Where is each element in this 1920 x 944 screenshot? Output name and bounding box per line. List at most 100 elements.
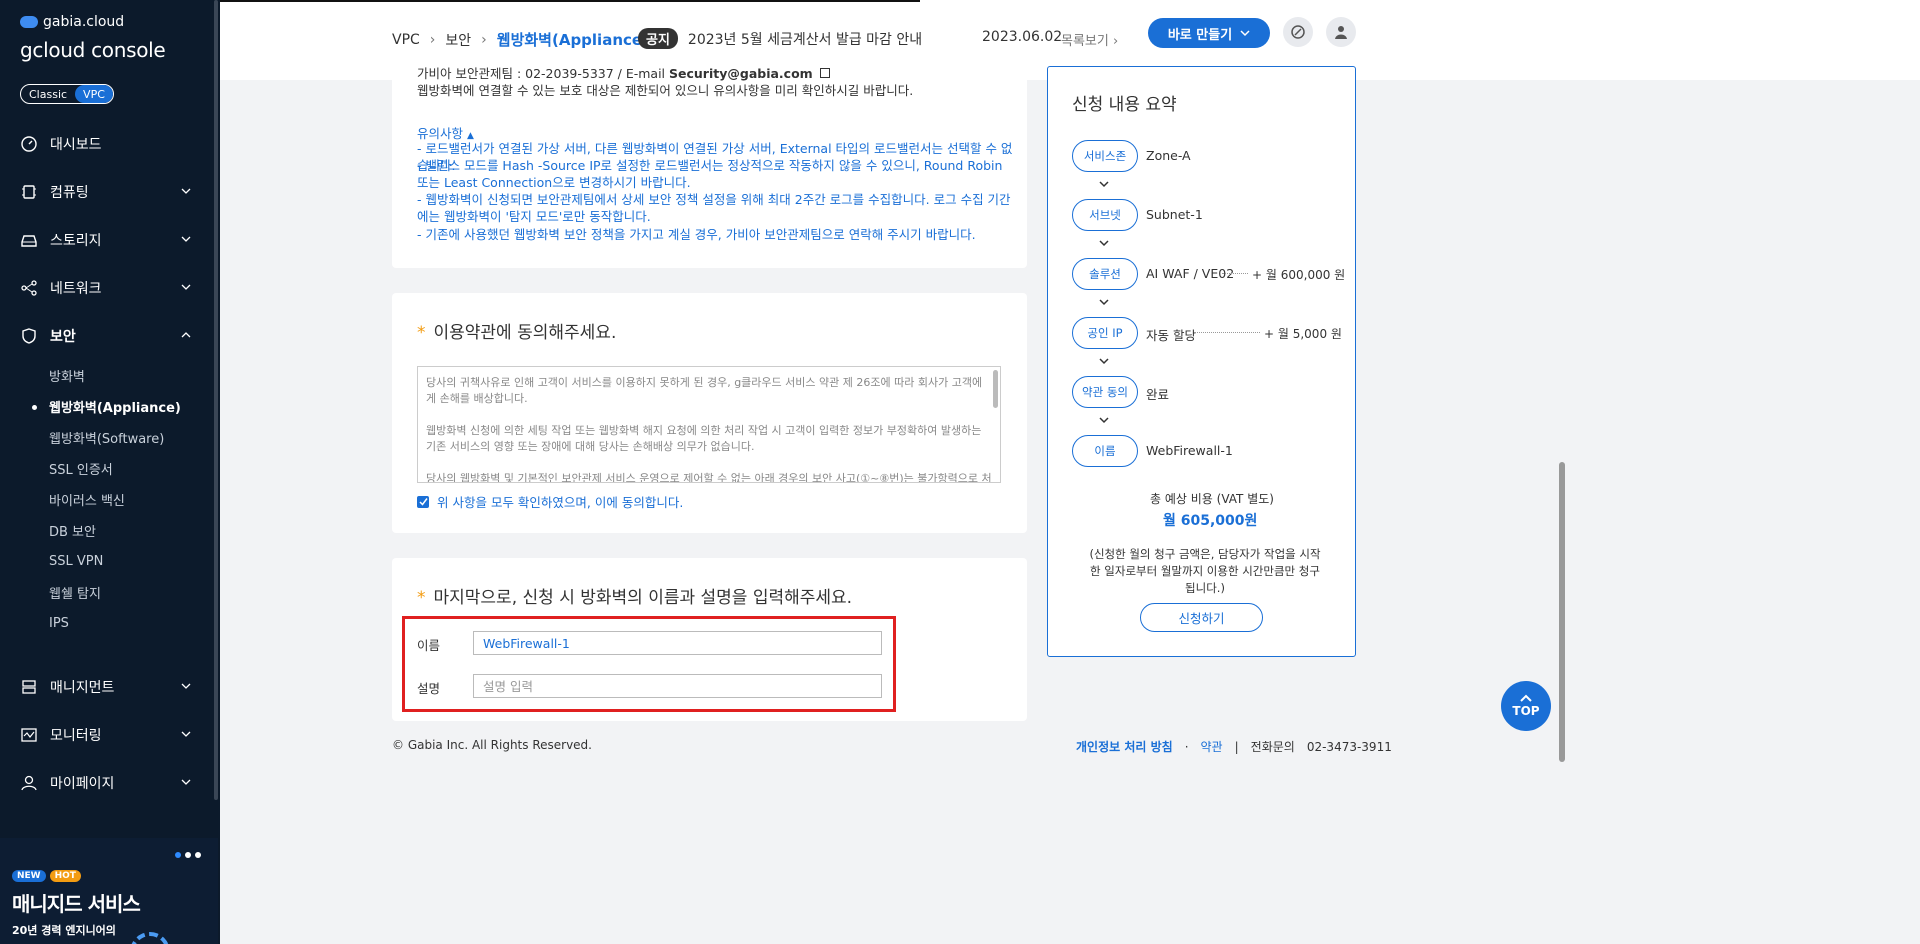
sidebar-item-storage[interactable]: 스토리지 [0, 216, 218, 264]
chevron-right-icon: › [429, 31, 436, 48]
arrow-up-icon [1520, 694, 1532, 702]
notice-list-link[interactable]: 목록보기 › [1061, 30, 1118, 49]
step-pill-public-ip[interactable]: 공인 IP [1072, 317, 1138, 349]
sidebar-subitem-antivirus[interactable]: 바이러스 백신 [49, 484, 218, 515]
step-pill-zone[interactable]: 서비스존 [1072, 140, 1138, 172]
shield-icon [20, 327, 38, 345]
description-label: 설명 [417, 681, 441, 696]
step-price-solution: + 월 600,000 원 [1252, 268, 1346, 282]
sidebar-item-label: 매니지먼트 [50, 680, 115, 696]
page-scrollbar[interactable] [1559, 462, 1565, 762]
sidebar-item-network[interactable]: 네트워크 [0, 264, 218, 312]
step-value-solution: AI WAF / VE02 [1146, 266, 1235, 281]
breadcrumb: VPC › 보안 › 웹방화벽(Appliance) [392, 29, 649, 50]
name-input[interactable] [473, 631, 882, 655]
scroll-top-button[interactable]: TOP [1501, 681, 1551, 731]
user-icon [1335, 26, 1347, 39]
sidebar-subitem-waf-software[interactable]: 웹방화벽(Software) [49, 422, 218, 453]
step-pill-solution[interactable]: 솔루션 [1072, 258, 1138, 290]
breadcrumb-current: 웹방화벽(Appliance) [496, 31, 649, 49]
carousel-dots[interactable] [175, 852, 201, 858]
step-pill-terms[interactable]: 약관 동의 [1072, 376, 1138, 408]
sidebar-subitem-ips[interactable]: IPS [49, 608, 218, 639]
terms-paragraph: 당사의 웹방화벽 및 기본적인 보안관제 서비스 운영으로 제어할 수 없는 아… [426, 472, 992, 483]
step-value-subnet: Subnet-1 [1146, 207, 1203, 222]
sidebar-subitem-ssl-vpn[interactable]: SSL VPN [49, 546, 218, 577]
sidebar-subitem-firewall[interactable]: 방화벽 [49, 360, 218, 391]
breadcrumb-vpc[interactable]: VPC [392, 32, 420, 48]
chat-button[interactable] [1283, 17, 1313, 47]
step-price-public-ip: + 월 5,000 원 [1264, 327, 1342, 341]
notice-date: 2023.06.02 [982, 29, 1063, 45]
step-pill-subnet[interactable]: 서브넷 [1072, 199, 1138, 231]
cpu-icon [20, 183, 38, 201]
apply-button[interactable]: 신청하기 [1140, 603, 1263, 632]
sidebar-item-computing[interactable]: 컴퓨팅 [0, 168, 218, 216]
classic-vpc-toggle[interactable]: Classic VPC [20, 84, 114, 104]
final-title: * 마지막으로, 신청 시 방화벽의 이름과 설명을 입력해주세요. [417, 588, 853, 608]
dotted-leader [1194, 332, 1260, 333]
divider: · [1184, 739, 1189, 754]
step-value-zone: Zone-A [1146, 148, 1191, 163]
chevron-down-icon [181, 188, 191, 194]
terms-textbox[interactable]: 당사의 귀책사유로 인해 고객이 서비스를 이용하지 못하게 된 경우, g클라… [417, 366, 1001, 483]
dotted-leader [1222, 273, 1248, 274]
monitor-icon [20, 726, 38, 744]
chevron-down-icon [1099, 299, 1109, 306]
chevron-down-icon [1099, 417, 1109, 424]
profile-button[interactable] [1326, 17, 1356, 47]
sidebar-subitem-waf-appliance[interactable]: 웹방화벽(Appliance) [32, 391, 218, 422]
brand-title[interactable]: gcloud console [20, 38, 166, 62]
chevron-down-icon [181, 683, 191, 689]
security-submenu: 방화벽 웹방화벽(Appliance) 웹방화벽(Software) SSL 인… [0, 360, 218, 639]
check-icon [418, 498, 428, 506]
sidebar-subitem-db-security[interactable]: DB 보안 [49, 515, 218, 546]
sidebar-item-label: 네트워크 [50, 281, 102, 297]
protect-note: 웹방화벽에 연결할 수 있는 보호 대상은 제한되어 있으니 유의사항을 미리 … [417, 83, 914, 98]
chevron-down-icon [181, 731, 191, 737]
toggle-classic[interactable]: Classic [21, 85, 75, 103]
agree-checkbox[interactable] [417, 495, 429, 508]
sidebar-item-dashboard[interactable]: 대시보드 [0, 120, 218, 168]
description-input[interactable] [473, 674, 882, 698]
terms-scrollbar[interactable] [993, 370, 998, 408]
divider: | [1234, 739, 1239, 754]
cloud-icon [20, 16, 38, 28]
chevron-right-icon: › [481, 31, 487, 48]
promo-title: 매니지드 서비스 [12, 892, 141, 916]
new-badge: NEW [12, 870, 46, 882]
agree-checkbox-row[interactable]: 위 사항을 모두 확인하였으며, 이에 동의합니다. [417, 492, 683, 511]
copy-icon[interactable] [819, 68, 830, 78]
sidebar-nav: 대시보드 컴퓨팅 스토리지 네트워크 보안 방화벽 웹방화벽(Appliance… [0, 120, 218, 807]
sidebar-subitem-ssl-cert[interactable]: SSL 인증서 [49, 453, 218, 484]
promo-badges: NEW HOT [12, 870, 81, 882]
chevron-up-icon [181, 332, 191, 338]
chevron-down-icon [1240, 30, 1250, 37]
sidebar-item-management[interactable]: 매니지먼트 [0, 663, 218, 711]
sidebar-item-label: 컴퓨팅 [50, 185, 89, 201]
brand-logo[interactable]: gabia.cloud [20, 14, 124, 30]
sidebar-item-monitoring[interactable]: 모니터링 [0, 711, 218, 759]
total-label: 총 예상 비용 (VAT 별도) [1150, 492, 1274, 506]
caution-item: - 밸런스 모드를 Hash -Source IP로 설정한 로드밸런서는 정상… [417, 158, 1003, 190]
toggle-vpc[interactable]: VPC [75, 85, 113, 103]
server-icon [20, 678, 38, 696]
breadcrumb-security[interactable]: 보안 [445, 30, 471, 50]
summary-title: 신청 내용 요약 [1072, 95, 1177, 115]
chat-icon [1291, 25, 1305, 39]
sidebar-item-mypage[interactable]: 마이페이지 [0, 759, 218, 807]
privacy-link[interactable]: 개인정보 처리 방침 [1076, 738, 1173, 755]
sidebar-item-security[interactable]: 보안 [0, 312, 218, 360]
sidebar-item-label: 대시보드 [50, 137, 102, 153]
notice-bar[interactable]: 공지 2023년 5월 세금계산서 발급 마감 안내 [638, 28, 922, 49]
quick-create-button[interactable]: 바로 만들기 [1148, 18, 1270, 48]
total-value: 월 605,000원 [1163, 513, 1258, 529]
terms-link[interactable]: 약관 [1201, 738, 1223, 755]
sidebar-item-label: 모니터링 [50, 728, 102, 744]
sidebar-item-label: 보안 [50, 329, 76, 345]
step-pill-name[interactable]: 이름 [1072, 435, 1138, 467]
notice-text[interactable]: 2023년 5월 세금계산서 발급 마감 안내 [688, 29, 922, 49]
sidebar-subitem-webshell[interactable]: 웹쉘 탐지 [49, 577, 218, 608]
chevron-down-icon [181, 284, 191, 290]
contact-email[interactable]: Security@gabia.com [669, 66, 813, 81]
